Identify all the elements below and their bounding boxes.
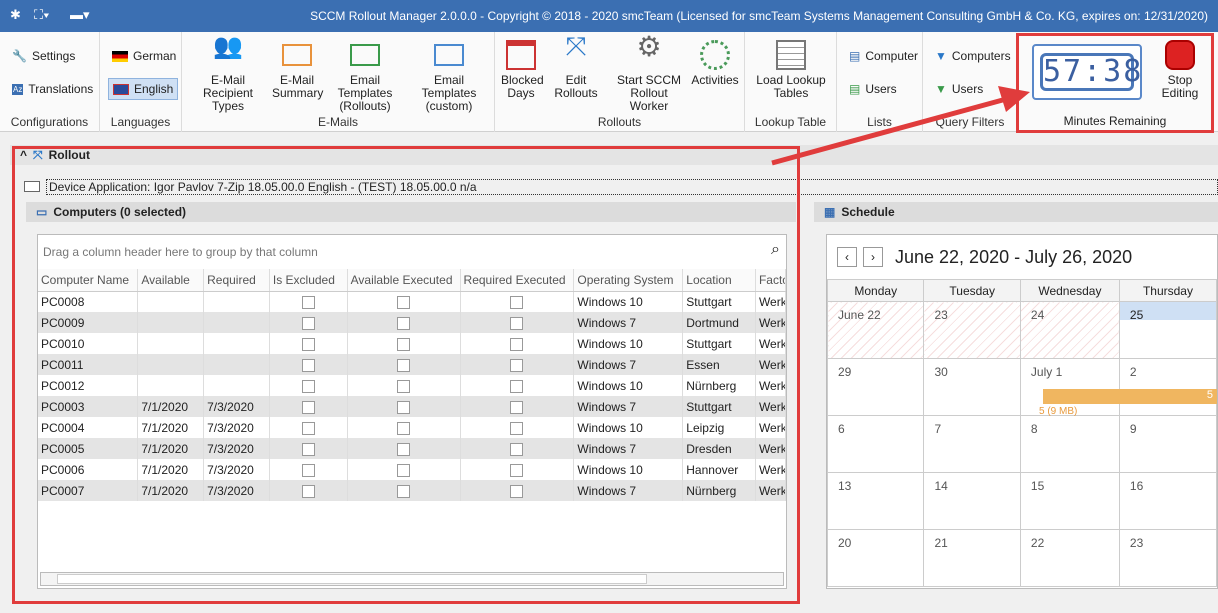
annotation-arrow bbox=[771, 86, 1030, 166]
